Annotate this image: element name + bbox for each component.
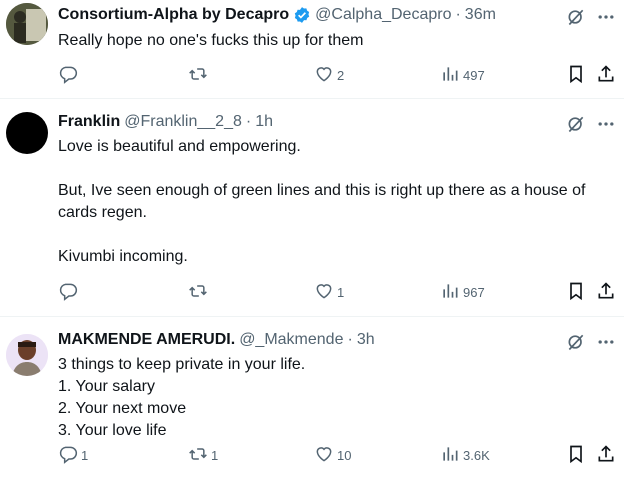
like-count: 1 xyxy=(337,284,345,300)
separator: · xyxy=(455,6,461,23)
views-button[interactable]: 497 xyxy=(440,64,485,86)
action-bar: 1 967 xyxy=(58,281,624,303)
timestamp[interactable]: 1h xyxy=(255,113,273,131)
post-header: Consortium-Alpha by Decapro @Calpha_Deca… xyxy=(58,3,496,27)
post-text-line: But, Ive seen enough of green lines and … xyxy=(58,182,586,199)
verified-badge-icon xyxy=(293,6,311,24)
share-icon xyxy=(596,281,616,304)
more-icon[interactable] xyxy=(596,7,616,27)
post[interactable]: Franklin @Franklin__2_8 · 1h Love is bea… xyxy=(0,99,624,317)
display-name[interactable]: Consortium-Alpha by Decapro xyxy=(58,6,289,24)
reply-icon xyxy=(58,444,78,467)
grok-icon[interactable] xyxy=(566,7,586,27)
bookmark-button[interactable] xyxy=(566,444,586,466)
post-text-line: cards regen. xyxy=(58,204,147,221)
post-text-line: Kivumbi incoming. xyxy=(58,248,188,265)
post-text-line: 1. Your salary xyxy=(58,378,155,395)
grok-icon[interactable] xyxy=(566,332,586,352)
reply-count: 1 xyxy=(81,447,89,463)
post-text-line xyxy=(58,224,612,246)
repost-icon xyxy=(188,281,208,304)
grok-icon[interactable] xyxy=(566,114,586,134)
post-text-line: 3 things to keep private in your life. xyxy=(58,356,306,373)
post-text-line: Love is beautiful and empowering. xyxy=(58,138,301,155)
views-icon xyxy=(440,444,460,467)
bookmark-button[interactable] xyxy=(566,281,586,303)
reply-button[interactable] xyxy=(58,281,81,303)
like-icon xyxy=(314,444,334,467)
more-icon[interactable] xyxy=(596,114,616,134)
reply-icon xyxy=(58,64,78,87)
separator: · xyxy=(347,331,353,348)
post-header: Franklin @Franklin__2_8 · 1h xyxy=(58,110,273,134)
reply-button[interactable] xyxy=(58,64,81,86)
views-button[interactable]: 3.6K xyxy=(440,444,490,466)
views-button[interactable]: 967 xyxy=(440,281,485,303)
views-icon xyxy=(440,281,460,304)
more-icon[interactable] xyxy=(596,332,616,352)
user-handle[interactable]: @_Makmende xyxy=(239,331,343,349)
repost-button[interactable]: 1 xyxy=(188,444,218,466)
bookmark-icon xyxy=(566,444,586,467)
action-bar: 1 1 10 3.6K xyxy=(58,444,624,466)
post-text-line: Really hope no one's fucks this up for t… xyxy=(58,32,364,49)
post-text: 3 things to keep private in your life. 1… xyxy=(58,354,612,442)
separator: · xyxy=(245,113,252,130)
display-name[interactable]: Franklin xyxy=(58,113,120,131)
views-icon xyxy=(440,64,460,87)
post-text-line: 3. Your love life xyxy=(58,422,167,439)
post-text-line xyxy=(58,158,612,180)
post[interactable]: Consortium-Alpha by Decapro @Calpha_Deca… xyxy=(0,0,624,99)
share-icon xyxy=(596,64,616,87)
post-text: Really hope no one's fucks this up for t… xyxy=(58,30,612,52)
bookmark-icon xyxy=(566,64,586,87)
reply-button[interactable]: 1 xyxy=(58,444,88,466)
like-icon xyxy=(314,64,334,87)
timestamp[interactable]: 36m xyxy=(465,6,496,24)
post-text: Love is beautiful and empowering. But, I… xyxy=(58,136,612,268)
repost-icon xyxy=(188,64,208,87)
repost-button[interactable] xyxy=(188,281,211,303)
display-name[interactable]: MAKMENDE AMERUDI. xyxy=(58,331,235,349)
bookmark-button[interactable] xyxy=(566,64,586,86)
like-button[interactable]: 2 xyxy=(314,64,344,86)
avatar[interactable] xyxy=(6,3,48,45)
post-text-line: 2. Your next move xyxy=(58,400,187,417)
like-icon xyxy=(314,281,334,304)
like-button[interactable]: 10 xyxy=(314,444,351,466)
like-count: 10 xyxy=(337,447,352,463)
repost-button[interactable] xyxy=(188,64,211,86)
reply-icon xyxy=(58,281,78,304)
share-button[interactable] xyxy=(596,281,616,303)
bookmark-icon xyxy=(566,281,586,304)
avatar[interactable] xyxy=(6,334,48,376)
user-handle[interactable]: @Franklin__2_8 xyxy=(124,113,242,131)
repost-count: 1 xyxy=(211,447,219,463)
repost-icon xyxy=(188,444,208,467)
views-count: 3.6K xyxy=(463,447,490,463)
like-button[interactable]: 1 xyxy=(314,281,344,303)
post[interactable]: MAKMENDE AMERUDI. @_Makmende · 3h 3 thin… xyxy=(0,317,624,482)
views-count: 967 xyxy=(463,284,485,300)
like-count: 2 xyxy=(337,67,345,83)
share-button[interactable] xyxy=(596,444,616,466)
user-handle[interactable]: @Calpha_Decapro xyxy=(315,6,451,24)
avatar[interactable] xyxy=(6,112,48,154)
share-icon xyxy=(596,444,616,467)
views-count: 497 xyxy=(463,67,485,83)
timestamp[interactable]: 3h xyxy=(357,331,375,349)
action-bar: 2 497 xyxy=(58,64,624,86)
post-header: MAKMENDE AMERUDI. @_Makmende · 3h xyxy=(58,328,375,352)
share-button[interactable] xyxy=(596,64,616,86)
